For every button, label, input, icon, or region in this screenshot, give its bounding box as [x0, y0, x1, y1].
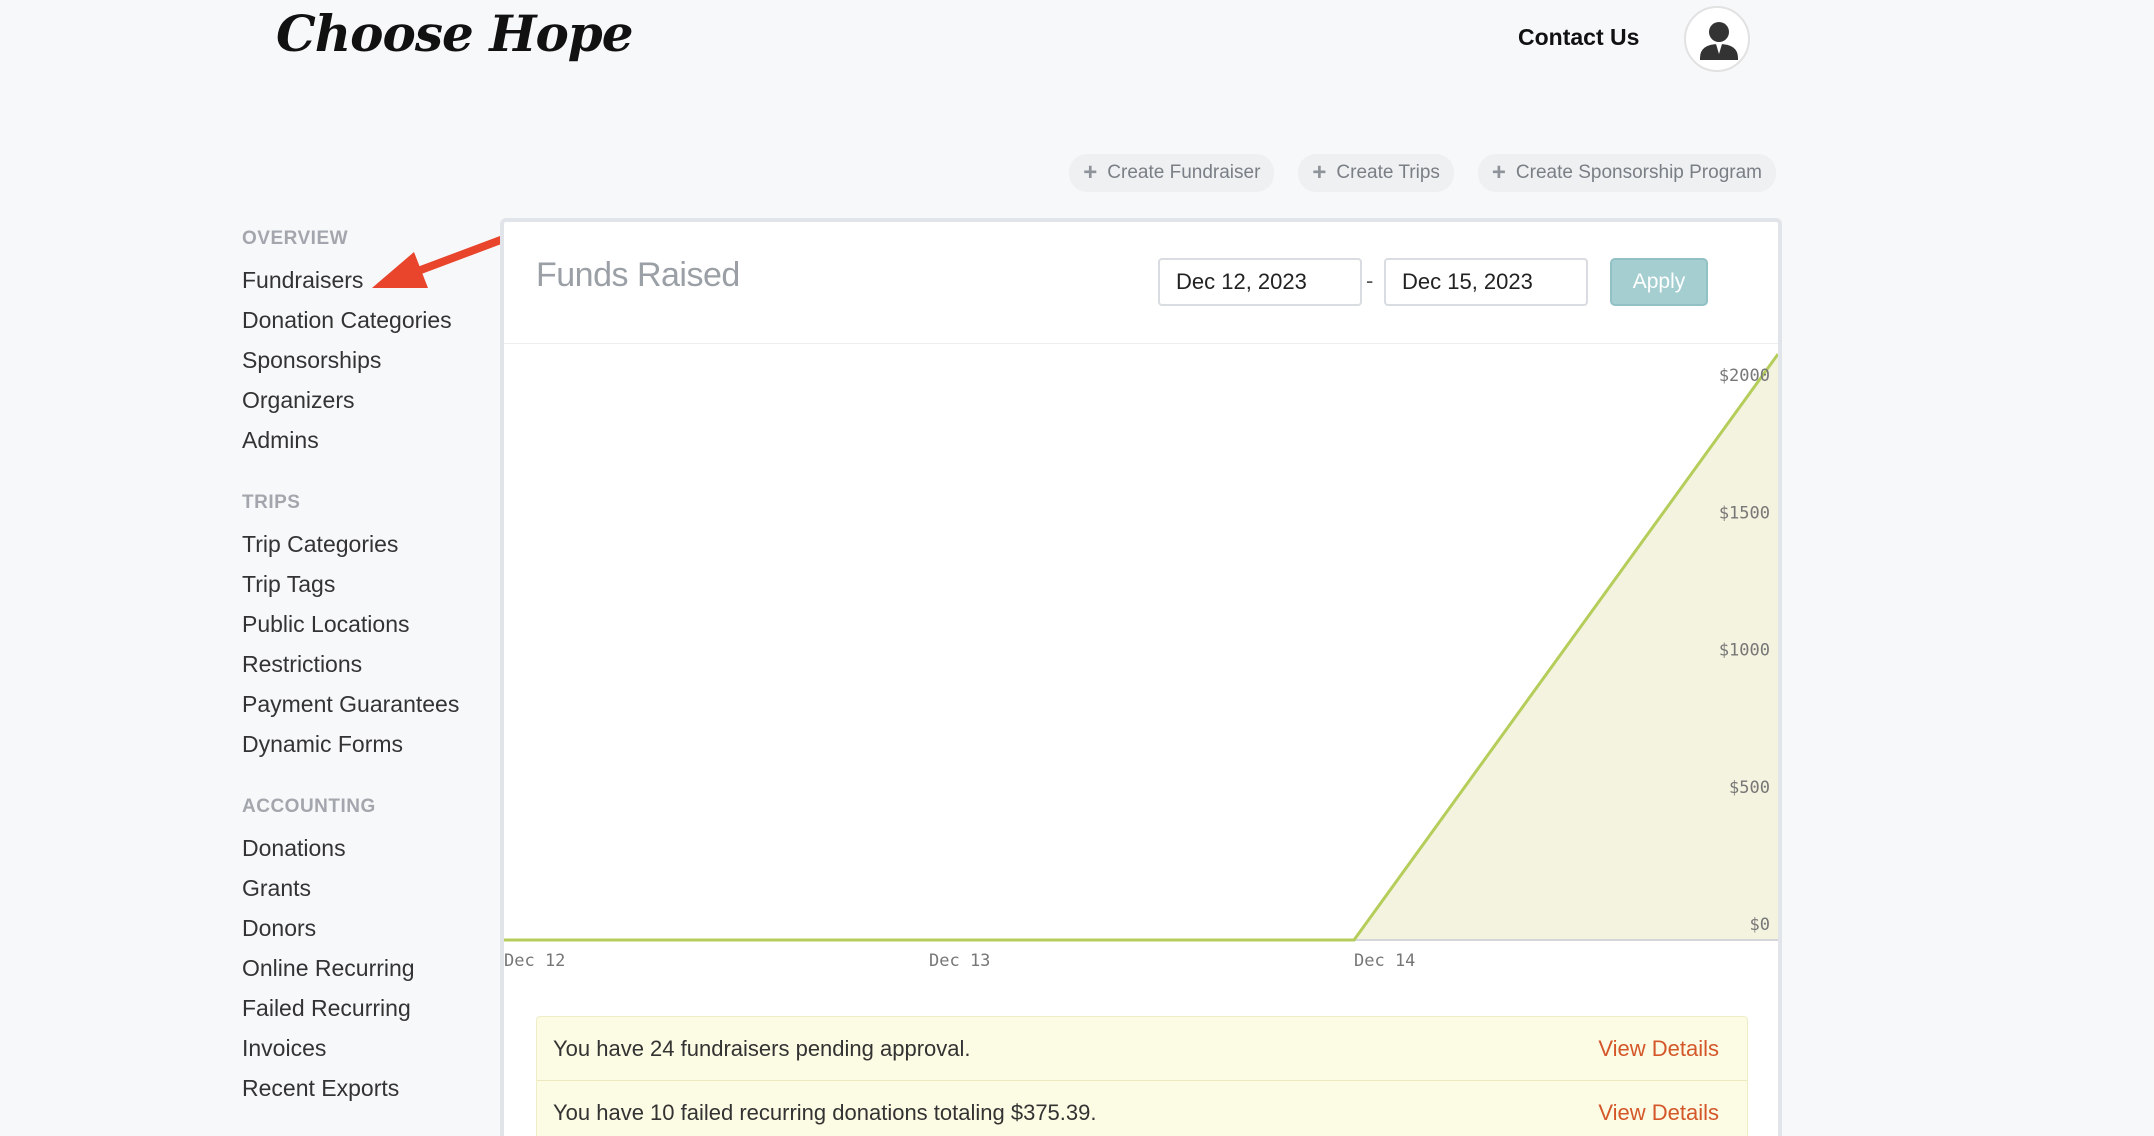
sidebar-item-donors[interactable]: Donors [242, 908, 502, 948]
plus-icon: + [1491, 159, 1506, 186]
y-tick-label: $2000 [1719, 366, 1770, 386]
sidebar-section-title: TRIPS [242, 492, 301, 513]
card-header: Funds Raised Dec 12, 2023 - Dec 15, 2023… [504, 222, 1778, 344]
sidebar-item-donation-categories[interactable]: Donation Categories [242, 300, 502, 340]
sidebar-section-accounting: ACCOUNTING Donations Grants Donors Onlin… [242, 796, 502, 1108]
alert-failed-recurring: You have 10 failed recurring donations t… [537, 1081, 1747, 1136]
user-avatar-icon[interactable] [1684, 6, 1750, 72]
alert-text: You have 10 failed recurring donations t… [553, 1099, 1097, 1125]
sidebar-item-organizers[interactable]: Organizers [242, 380, 502, 420]
sidebar-item-trip-categories[interactable]: Trip Categories [242, 524, 502, 564]
create-sponsorship-program-label: Create Sponsorship Program [1515, 162, 1762, 183]
sidebar-item-recent-exports[interactable]: Recent Exports [242, 1068, 502, 1108]
funds-raised-chart: $0 $500 $1000 $1500 $2000 Dec 12 Dec 13 Dec 14 [504, 353, 1778, 971]
sidebar-item-admins[interactable]: Admins [242, 420, 502, 460]
chart-area-fill [504, 354, 1778, 940]
end-date-input[interactable]: Dec 15, 2023 [1384, 258, 1588, 306]
logo[interactable]: Choose Hope [276, 4, 634, 63]
date-separator: - [1366, 268, 1374, 293]
sidebar-section-trips: TRIPS Trip Categories Trip Tags Public L… [242, 492, 502, 764]
view-details-link[interactable]: View Details [1598, 1100, 1719, 1126]
sidebar-item-sponsorships[interactable]: Sponsorships [242, 340, 502, 380]
plus-icon: + [1312, 159, 1327, 186]
start-date-input[interactable]: Dec 12, 2023 [1158, 258, 1362, 306]
create-trips-button[interactable]: + Create Trips [1298, 154, 1454, 192]
sidebar-item-payment-guarantees[interactable]: Payment Guarantees [242, 684, 502, 724]
sidebar-item-grants[interactable]: Grants [242, 868, 502, 908]
sidebar-item-restrictions[interactable]: Restrictions [242, 644, 502, 684]
sidebar-item-online-recurring[interactable]: Online Recurring [242, 948, 502, 988]
apply-button[interactable]: Apply [1610, 258, 1708, 306]
x-tick-label: Dec 14 [1354, 951, 1415, 971]
funds-raised-card: Funds Raised Dec 12, 2023 - Dec 15, 2023… [500, 218, 1782, 1136]
sidebar-item-invoices[interactable]: Invoices [242, 1028, 502, 1068]
y-tick-label: $0 [1750, 915, 1770, 935]
y-tick-label: $1000 [1719, 641, 1770, 661]
alert-text: You have 24 fundraisers pending approval… [553, 1035, 971, 1061]
sidebar-item-public-locations[interactable]: Public Locations [242, 604, 502, 644]
sidebar: OVERVIEW Fundraisers Donation Categories… [242, 228, 502, 1136]
y-tick-label: $500 [1729, 778, 1770, 798]
sidebar-item-dynamic-forms[interactable]: Dynamic Forms [242, 724, 502, 764]
create-fundraiser-button[interactable]: + Create Fundraiser [1069, 154, 1275, 192]
sidebar-section-title: ACCOUNTING [242, 796, 376, 817]
create-trips-label: Create Trips [1336, 162, 1440, 183]
x-tick-label: Dec 13 [929, 951, 990, 971]
create-sponsorship-program-button[interactable]: + Create Sponsorship Program [1477, 154, 1776, 192]
contact-us-link[interactable]: Contact Us [1518, 24, 1639, 51]
view-details-link[interactable]: View Details [1598, 1036, 1719, 1062]
alerts-panel: You have 24 fundraisers pending approval… [536, 1016, 1748, 1136]
sidebar-item-donations[interactable]: Donations [242, 828, 502, 868]
card-title: Funds Raised [536, 256, 740, 294]
y-tick-label: $1500 [1719, 503, 1770, 523]
create-fundraiser-label: Create Fundraiser [1107, 162, 1261, 183]
plus-icon: + [1083, 159, 1098, 186]
create-actions: + Create Fundraiser + Create Trips + Cre… [1069, 154, 1776, 192]
x-tick-label: Dec 12 [504, 951, 565, 971]
alert-pending-fundraisers: You have 24 fundraisers pending approval… [537, 1017, 1747, 1081]
sidebar-item-failed-recurring[interactable]: Failed Recurring [242, 988, 502, 1028]
sidebar-item-trip-tags[interactable]: Trip Tags [242, 564, 502, 604]
